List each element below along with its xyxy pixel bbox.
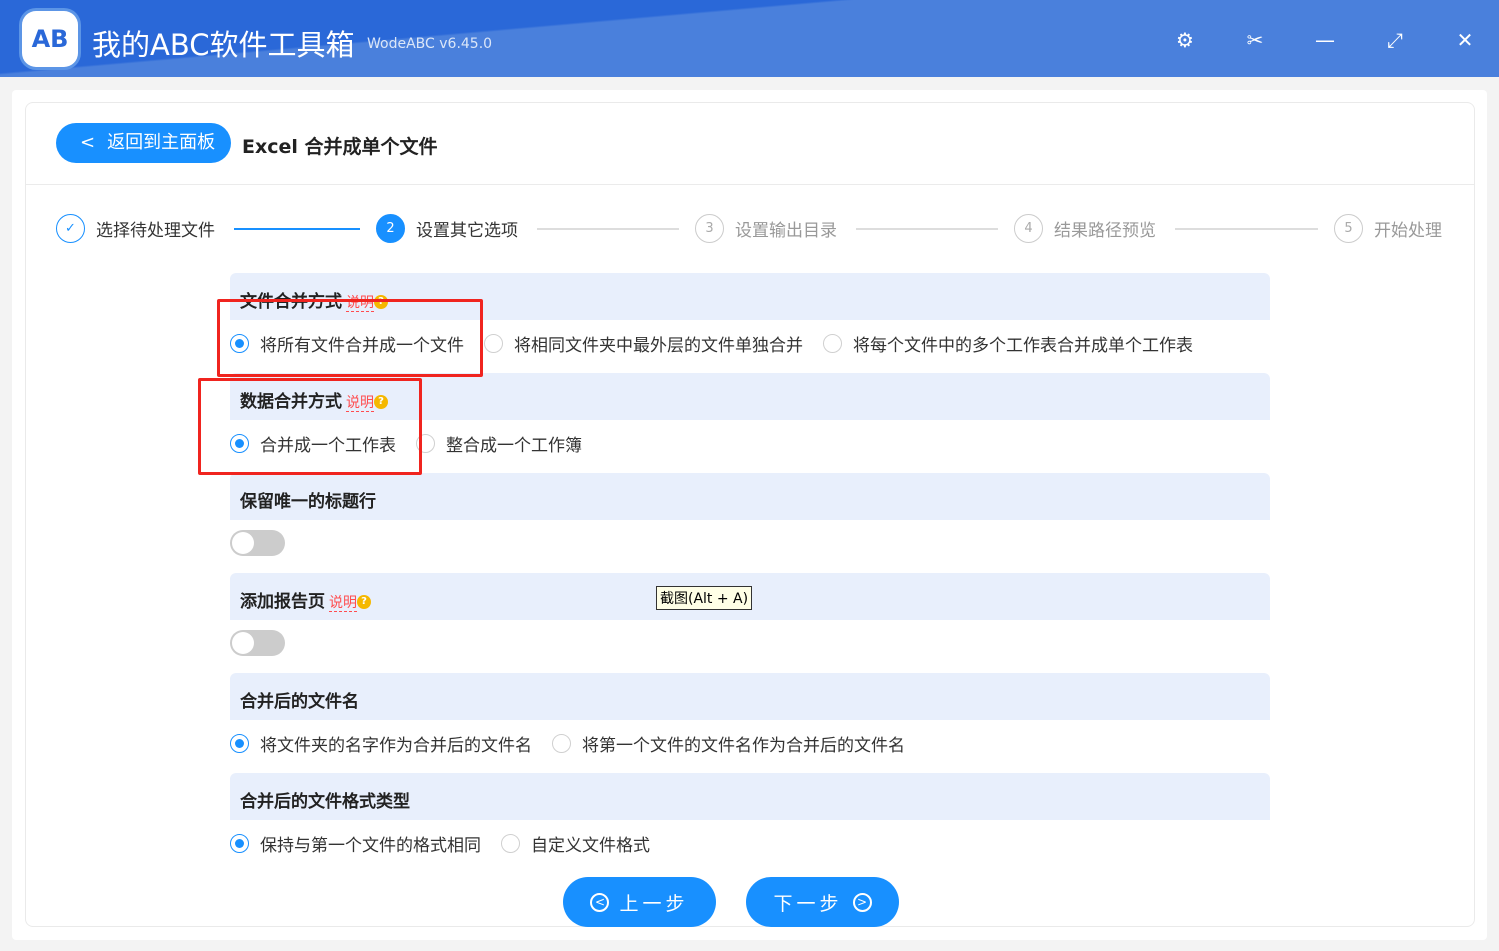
close-icon[interactable]: ✕ <box>1453 28 1477 52</box>
section-title: 保留唯一的标题行 <box>240 492 376 512</box>
help-link[interactable]: 说明 <box>329 595 357 612</box>
option-label: 保持与第一个文件的格式相同 <box>260 836 481 856</box>
app-title: 我的ABC软件工具箱 <box>92 28 355 62</box>
radio-merge-sheets[interactable]: 将每个文件中的多个工作表合并成单个工作表 <box>823 331 1193 356</box>
radio-icon <box>230 834 249 853</box>
radio-icon <box>484 334 503 353</box>
option-label: 自定义文件格式 <box>531 836 650 856</box>
step-number: 5 <box>1334 214 1363 243</box>
step-5: 5 开始处理 <box>1334 214 1442 243</box>
file-format-options: 保持与第一个文件的格式相同 自定义文件格式 <box>230 831 670 856</box>
unique-header-toggle[interactable] <box>230 530 285 556</box>
step-label: 设置其它选项 <box>416 221 518 241</box>
page-title: Excel 合并成单个文件 <box>242 136 438 158</box>
next-step-button[interactable]: 下一步 > <box>746 877 899 927</box>
step-connector <box>1175 228 1318 230</box>
unique-header-section: 保留唯一的标题行 <box>230 473 1270 520</box>
step-number: 2 <box>376 214 405 243</box>
screenshot-tooltip: 截图(Alt + A) <box>656 586 753 610</box>
chevron-left-circle-icon: < <box>590 892 610 912</box>
step-connector <box>234 228 360 230</box>
step-label: 设置输出目录 <box>735 221 837 241</box>
prev-label: 上一步 <box>619 892 689 915</box>
step-label: 选择待处理文件 <box>96 221 215 241</box>
step-connector <box>537 228 679 230</box>
section-title: 添加报告页 <box>240 592 325 612</box>
app-logo: AB <box>22 11 78 67</box>
app-version: WodeABC v6.45.0 <box>367 36 493 52</box>
radio-custom-format[interactable]: 自定义文件格式 <box>501 831 650 856</box>
title-bar: AB 我的ABC软件工具箱 WodeABC v6.45.0 ⚙ ✂ — ⤢ ✕ <box>0 0 1499 77</box>
highlight-box <box>198 378 422 475</box>
step-number: 4 <box>1014 214 1043 243</box>
divider <box>26 184 1474 185</box>
step-3: 3 设置输出目录 <box>695 214 837 243</box>
option-label: 将每个文件中的多个工作表合并成单个工作表 <box>853 336 1193 356</box>
file-name-options: 将文件夹的名字作为合并后的文件名 将第一个文件的文件名作为合并后的文件名 <box>230 731 925 756</box>
step-number: 3 <box>695 214 724 243</box>
radio-merge-same-folder[interactable]: 将相同文件夹中最外层的文件单独合并 <box>484 331 803 356</box>
radio-first-file-name[interactable]: 将第一个文件的文件名作为合并后的文件名 <box>552 731 905 756</box>
radio-icon <box>501 834 520 853</box>
settings-icon[interactable]: ⚙ <box>1173 28 1197 52</box>
step-connector <box>856 228 998 230</box>
next-label: 下一步 <box>773 892 843 915</box>
radio-folder-name[interactable]: 将文件夹的名字作为合并后的文件名 <box>230 731 532 756</box>
minimize-icon[interactable]: — <box>1313 28 1337 52</box>
chevron-right-circle-icon: > <box>852 892 872 912</box>
section-title: 合并后的文件格式类型 <box>240 792 410 812</box>
option-label: 将第一个文件的文件名作为合并后的文件名 <box>582 736 905 756</box>
back-to-main-button[interactable]: < 返回到主面板 <box>56 123 231 163</box>
step-label: 结果路径预览 <box>1054 221 1156 241</box>
report-page-toggle[interactable] <box>230 630 285 656</box>
step-label: 开始处理 <box>1374 221 1442 241</box>
radio-one-workbook[interactable]: 整合成一个工作簿 <box>416 431 582 456</box>
question-icon[interactable]: ? <box>357 595 371 609</box>
radio-icon <box>230 734 249 753</box>
radio-icon <box>552 734 571 753</box>
option-label: 将相同文件夹中最外层的文件单独合并 <box>514 336 803 356</box>
chevron-left-icon: < <box>80 132 96 153</box>
scissors-icon[interactable]: ✂ <box>1243 28 1267 52</box>
file-format-section: 合并后的文件格式类型 <box>230 773 1270 820</box>
option-label: 将文件夹的名字作为合并后的文件名 <box>260 736 532 756</box>
file-name-section: 合并后的文件名 <box>230 673 1270 720</box>
radio-icon <box>823 334 842 353</box>
radio-same-format[interactable]: 保持与第一个文件的格式相同 <box>230 831 481 856</box>
step-2: 2 设置其它选项 <box>376 214 518 243</box>
check-icon: ✓ <box>56 214 85 243</box>
back-label: 返回到主面板 <box>107 132 216 153</box>
highlight-box <box>217 299 483 377</box>
prev-step-button[interactable]: < 上一步 <box>563 877 716 927</box>
section-title: 合并后的文件名 <box>240 692 359 712</box>
step-4: 4 结果路径预览 <box>1014 214 1156 243</box>
maximize-icon[interactable]: ⤢ <box>1383 28 1407 52</box>
step-1: ✓ 选择待处理文件 <box>56 214 215 243</box>
option-label: 整合成一个工作簿 <box>446 436 582 456</box>
